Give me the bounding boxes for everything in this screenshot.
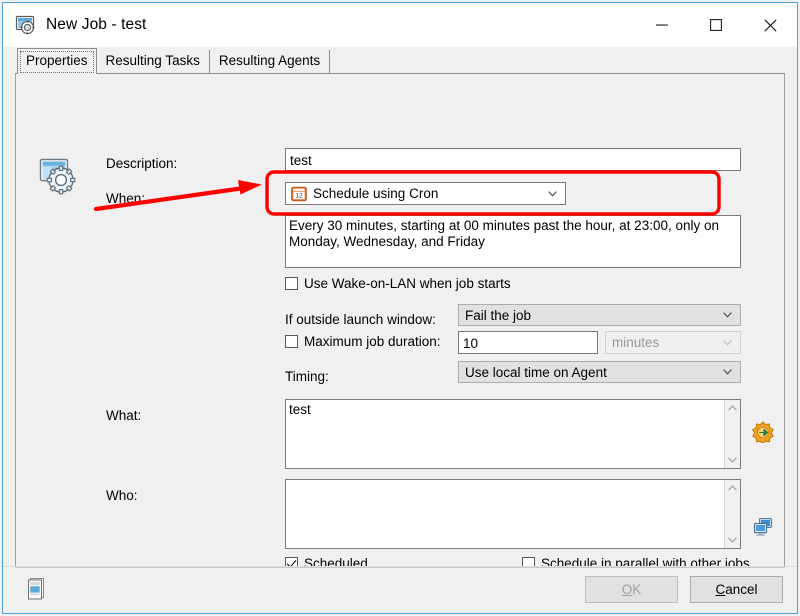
chevron-down-icon — [548, 190, 557, 197]
timing-label-wrap: Timing: — [285, 368, 329, 386]
what-text: test — [289, 402, 311, 417]
wake-on-lan-box — [285, 277, 298, 290]
max-duration-unit-dropdown: minutes — [605, 331, 741, 354]
ok-button[interactable]: OK — [585, 576, 678, 603]
who-label-wrap: Who: — [106, 487, 138, 505]
dialog-body: Description: When: 12 — [3, 73, 797, 613]
cron-summary-box: Every 30 minutes, starting at 00 minutes… — [285, 215, 741, 268]
wake-on-lan-label: Use Wake-on-LAN when job starts — [304, 276, 511, 291]
who-textarea-wrap — [285, 479, 741, 549]
minimize-icon — [656, 24, 668, 26]
dialog-footer: OK Cancel — [3, 566, 797, 613]
outside-window-dropdown[interactable]: Fail the job — [458, 304, 741, 326]
scroll-down-icon[interactable] — [725, 532, 740, 548]
task-picker-icon[interactable] — [752, 421, 774, 445]
maximize-button[interactable] — [689, 3, 743, 47]
ok-button-label: OK — [621, 582, 642, 597]
footer-divider — [15, 567, 785, 568]
caption-button-group — [635, 3, 797, 47]
when-label: When: — [106, 191, 146, 206]
scroll-up-icon[interactable] — [725, 400, 740, 416]
tab-resulting-agents-label: Resulting Agents — [218, 53, 321, 68]
timing-value: Use local time on Agent — [465, 364, 607, 380]
description-label: Description: — [106, 156, 178, 171]
windows-stack-icon[interactable] — [25, 577, 47, 601]
what-textarea-wrap: test — [285, 399, 741, 469]
max-duration-box — [285, 335, 298, 348]
job-settings-icon — [38, 156, 78, 196]
tab-properties[interactable]: Properties — [17, 48, 97, 74]
who-scrollbar[interactable] — [724, 480, 740, 548]
chevron-down-icon — [723, 312, 732, 318]
close-icon — [763, 18, 777, 32]
who-textarea[interactable] — [285, 479, 741, 549]
description-label-wrap: Description: — [106, 155, 177, 173]
cron-summary-text: Every 30 minutes, starting at 00 minutes… — [289, 218, 723, 249]
scroll-up-icon[interactable] — [725, 480, 740, 496]
who-label: Who: — [106, 488, 138, 503]
max-duration-input[interactable] — [458, 331, 598, 354]
title-bar: New Job - test — [3, 3, 797, 47]
tab-resulting-tasks[interactable]: Resulting Tasks — [96, 50, 210, 73]
minimize-button[interactable] — [635, 3, 689, 47]
outside-window-label: If outside launch window: — [285, 312, 436, 327]
svg-text:12: 12 — [295, 192, 303, 199]
outside-window-label-wrap: If outside launch window: — [285, 311, 436, 329]
tab-resulting-tasks-label: Resulting Tasks — [105, 53, 200, 68]
max-duration-unit-value: minutes — [612, 335, 660, 350]
tab-resulting-agents[interactable]: Resulting Agents — [209, 50, 331, 73]
properties-panel: Description: When: 12 — [15, 73, 785, 571]
timing-dropdown[interactable]: Use local time on Agent — [458, 361, 741, 383]
form-content: Description: When: 12 — [92, 144, 774, 614]
chevron-down-icon — [723, 369, 732, 375]
outside-window-value: Fail the job — [465, 307, 532, 323]
job-window-icon — [15, 14, 37, 36]
cancel-button[interactable]: Cancel — [690, 576, 783, 603]
tab-properties-label: Properties — [26, 53, 88, 68]
agents-picker-icon[interactable] — [752, 516, 774, 538]
max-duration-label: Maximum job duration: — [304, 334, 441, 349]
what-scrollbar[interactable] — [724, 400, 740, 468]
when-value: Schedule using Cron — [313, 186, 439, 201]
cancel-button-label: Cancel — [715, 582, 758, 597]
wake-on-lan-checkbox[interactable]: Use Wake-on-LAN when job starts — [285, 276, 511, 291]
description-input[interactable] — [285, 148, 741, 171]
calendar-icon: 12 — [291, 186, 307, 202]
maximize-icon — [710, 19, 722, 31]
timing-label: Timing: — [285, 369, 329, 384]
window-title: New Job - test — [46, 16, 147, 33]
new-job-dialog: New Job - test Properties Resulting Task… — [2, 2, 798, 614]
what-label-wrap: What: — [106, 407, 141, 425]
tab-strip: Properties Resulting Tasks Resulting Age… — [3, 47, 797, 74]
scroll-down-icon[interactable] — [725, 452, 740, 468]
what-label: What: — [106, 408, 142, 423]
screenshot-root: New Job - test Properties Resulting Task… — [0, 0, 800, 616]
when-dropdown[interactable]: 12 Schedule using Cron — [285, 182, 566, 205]
close-button[interactable] — [743, 3, 797, 47]
max-duration-checkbox[interactable]: Maximum job duration: — [285, 334, 441, 349]
chevron-down-icon — [723, 339, 732, 346]
when-label-wrap: When: — [106, 190, 145, 208]
